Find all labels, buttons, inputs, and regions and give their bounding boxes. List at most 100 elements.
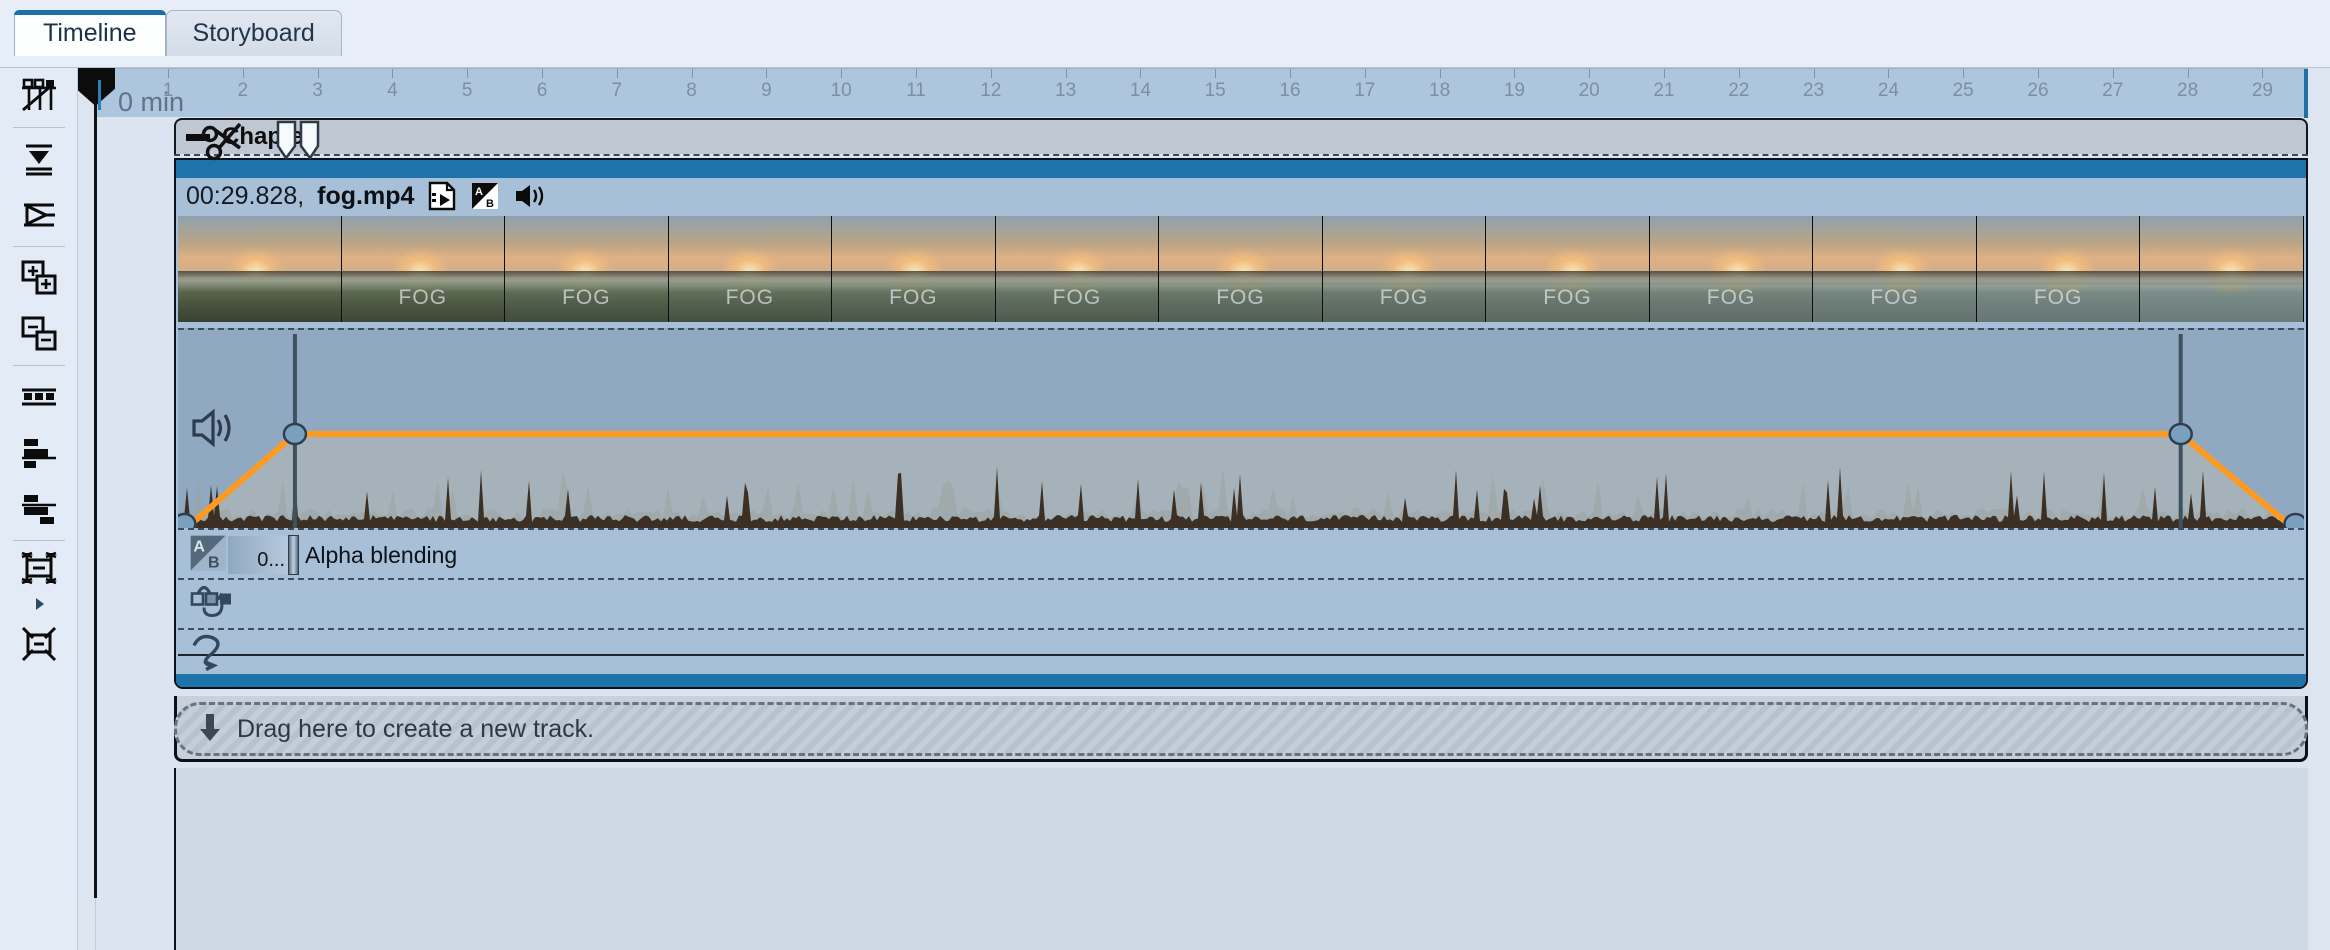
ruler-tick-label: 23 [1803, 80, 1824, 102]
audio-keyframe-handle[interactable] [284, 424, 306, 444]
left-toolbar [0, 68, 78, 950]
playback-marker-icon[interactable] [0, 187, 78, 243]
playhead[interactable] [94, 68, 97, 898]
transition-fade-icon [190, 584, 234, 625]
ruler-tick [1814, 69, 1815, 78]
ruler-tick [392, 69, 393, 78]
trim-split-icon[interactable] [274, 120, 324, 165]
align-right-icon[interactable] [0, 481, 78, 537]
clip-thumbnail: FOG [669, 216, 833, 322]
clip-thumbnail: FOG [1813, 216, 1977, 322]
chapter-header[interactable]: Chapter [174, 118, 2308, 154]
clip-thumbnail: FOG [1977, 216, 2141, 322]
audio-volume-icon[interactable] [513, 182, 547, 210]
ruler-tick [1365, 69, 1366, 78]
filmstrip-icon[interactable] [0, 369, 78, 425]
clip-thumbnail: FOG [1486, 216, 1650, 322]
clip-thumbnail: FOG [1323, 216, 1487, 322]
row-transition[interactable] [178, 578, 2304, 628]
timeline-window: Timeline Storyboard [0, 0, 2330, 950]
tab-bar: Timeline Storyboard [0, 0, 2330, 68]
svg-text:B: B [208, 554, 220, 571]
remove-clips-icon[interactable] [0, 306, 78, 362]
tab-storyboard[interactable]: Storyboard [166, 10, 342, 56]
new-track-dropzone[interactable]: Drag here to create a new track. [174, 702, 2308, 756]
alpha-blending-chip[interactable]: A B 0... Alpha blending [188, 536, 457, 574]
ruler-tick [1066, 69, 1067, 78]
timeline-right-gutter [2308, 68, 2330, 950]
ruler-tick-label: 26 [2027, 80, 2048, 102]
ruler-tick-label: 28 [2177, 80, 2198, 102]
scissors-cut-icon[interactable] [198, 120, 246, 169]
ruler-tick [2038, 69, 2039, 78]
chapter-separator [174, 154, 2308, 156]
clip-thumbnail-strip[interactable]: FOGFOGFOGFOGFOGFOGFOGFOGFOGFOGFOG [178, 216, 2304, 322]
ruler-tick-label: 15 [1205, 80, 1226, 102]
motion-curve-icon [190, 632, 236, 677]
fit-all-icon[interactable] [0, 616, 78, 672]
toolbar-divider-3 [13, 365, 65, 366]
ruler-tick-label: 2 [238, 80, 249, 102]
ruler-tick [2113, 69, 2114, 78]
ruler-tick [1140, 69, 1141, 78]
ruler-tick [467, 69, 468, 78]
ruler-tick-label: 7 [612, 80, 623, 102]
clip-thumbnail: FOG [505, 216, 669, 322]
audio-keyframe-handle[interactable] [2284, 514, 2304, 528]
ruler-tick-label: 4 [387, 80, 398, 102]
ruler-tick-label: 13 [1055, 80, 1076, 102]
clip-thumbnail-label: FOG [399, 286, 448, 310]
clip-thumbnail: FOG [1159, 216, 1323, 322]
ruler-tick [617, 69, 618, 78]
ruler-tick-label: 20 [1579, 80, 1600, 102]
ruler-tick-label: 6 [537, 80, 548, 102]
video-properties-icon[interactable] [427, 181, 457, 211]
ruler-tick [692, 69, 693, 78]
ruler-tick [1589, 69, 1590, 78]
thumb-fog [2140, 269, 2303, 292]
clip-thumbnail [2140, 216, 2304, 322]
ruler-tick-label: 16 [1279, 80, 1300, 102]
svg-text:B: B [486, 198, 494, 210]
alpha-value-gradient[interactable]: 0... [228, 536, 288, 574]
alpha-slider-handle[interactable] [288, 535, 299, 575]
alpha-blending-label: Alpha blending [305, 542, 457, 569]
audio-keyframe-handle[interactable] [178, 514, 195, 528]
pan-zoom-camera-icon [190, 683, 236, 690]
ruler-tick [1215, 69, 1216, 78]
audio-keyframe-handle[interactable] [2170, 424, 2192, 444]
ruler-tick [1739, 69, 1740, 78]
ruler-tick-label: 17 [1354, 80, 1375, 102]
clip-thumbnail: FOG [832, 216, 996, 322]
fit-height-expand-arrow-icon[interactable] [0, 592, 78, 616]
alpha-blend-ab-icon: A B [188, 533, 228, 578]
clip-block[interactable]: 00:29.828, fog.mp4 A [174, 158, 2308, 689]
row-alpha-blending[interactable]: A B 0... Alpha blending [178, 528, 2304, 578]
clip-selection-bar [176, 160, 2306, 178]
align-left-icon[interactable] [0, 425, 78, 481]
time-ruler[interactable]: 1234567891011121314151617181920212223242… [96, 68, 2308, 117]
split-all-clips-icon[interactable] [0, 68, 78, 124]
ruler-tick [1440, 69, 1441, 78]
clip-thumbnail-label: FOG [1053, 286, 1102, 310]
clip-filename: fog.mp4 [317, 182, 414, 211]
audio-waveform-track[interactable] [178, 328, 2304, 528]
row-motion-path[interactable] [178, 628, 2304, 678]
ruler-tick-label: 25 [1953, 80, 1974, 102]
clip-thumbnail-label: FOG [889, 286, 938, 310]
ruler-tick-label: 19 [1504, 80, 1525, 102]
down-arrow-icon [197, 711, 223, 748]
ruler-tick [1963, 69, 1964, 78]
alpha-blend-ab-icon[interactable]: A B [470, 181, 500, 211]
insert-above-icon[interactable] [0, 131, 78, 187]
ruler-tick-label: 5 [462, 80, 473, 102]
tab-timeline-label: Timeline [43, 19, 137, 48]
clip-thumbnail-label: FOG [1380, 286, 1429, 310]
ruler-tick-label: 3 [312, 80, 323, 102]
add-clips-icon[interactable] [0, 250, 78, 306]
fit-height-icon[interactable] [0, 544, 78, 592]
ruler-tick [1290, 69, 1291, 78]
clip-thumbnail-label: FOG [1543, 286, 1592, 310]
tab-timeline[interactable]: Timeline [14, 10, 166, 56]
keyframe-stamp-icon[interactable] [2258, 686, 2288, 689]
